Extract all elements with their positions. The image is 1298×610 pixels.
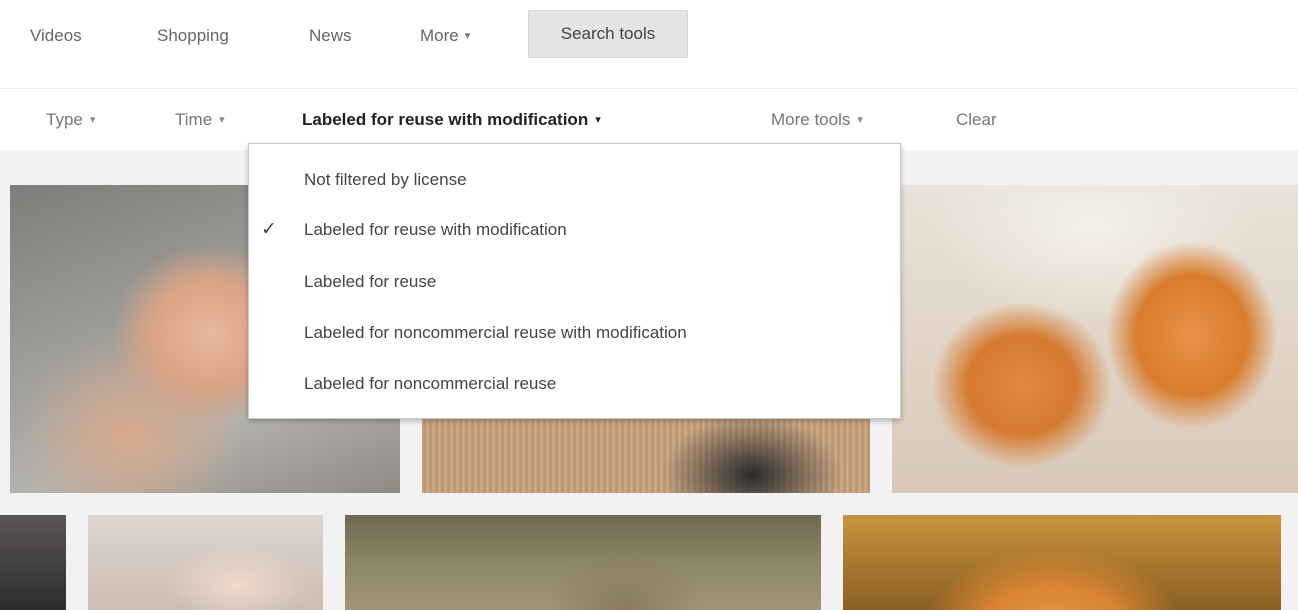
license-filter-label: Labeled for reuse with modification [302, 110, 589, 129]
clear-filters-link[interactable]: Clear [956, 98, 997, 142]
nav-news-label: News [309, 26, 352, 45]
nav-videos[interactable]: Videos [30, 14, 82, 58]
license-option-reuse[interactable]: Labeled for reuse [249, 260, 900, 304]
image-result-orange-kittens[interactable] [892, 185, 1298, 493]
license-option-label: Labeled for noncommercial reuse [304, 374, 557, 393]
license-filter[interactable]: Labeled for reuse with modification ▾ [302, 98, 601, 142]
license-option-noncommercial[interactable]: Labeled for noncommercial reuse [249, 362, 900, 406]
license-dropdown-menu: Not filtered by license ✓ Labeled for re… [248, 143, 901, 419]
license-option-label: Labeled for noncommercial reuse with mod… [304, 323, 687, 342]
chevron-down-icon: ▾ [595, 114, 601, 126]
search-tools-button[interactable]: Search tools [528, 10, 688, 58]
nav-news[interactable]: News [309, 14, 352, 58]
nav-videos-label: Videos [30, 26, 82, 45]
time-filter[interactable]: Time ▾ [175, 98, 225, 142]
time-filter-label: Time [175, 110, 213, 129]
chevron-down-icon: ▾ [464, 30, 471, 42]
nav-shopping-label: Shopping [157, 26, 229, 45]
license-option-noncommercial-modification[interactable]: Labeled for noncommercial reuse with mod… [249, 311, 900, 355]
checkmark-icon: ✓ [261, 219, 277, 240]
chevron-down-icon: ▾ [857, 114, 863, 126]
chevron-down-icon: ▾ [89, 114, 96, 126]
chevron-down-icon: ▾ [219, 114, 225, 126]
type-filter-label: Type [46, 110, 83, 129]
image-result-pale-kitten[interactable] [88, 515, 323, 610]
search-nav-bar: Videos Shopping News More ▾ Search tools [0, 0, 1298, 78]
license-option-label: Not filtered by license [304, 170, 467, 189]
more-tools-filter[interactable]: More tools ▾ [771, 98, 863, 142]
nav-shopping[interactable]: Shopping [157, 14, 229, 58]
license-option-label: Labeled for reuse [304, 272, 437, 291]
license-option-not-filtered[interactable]: Not filtered by license [249, 158, 900, 202]
type-filter[interactable]: Type ▾ [46, 98, 95, 142]
nav-more[interactable]: More ▾ [420, 14, 470, 58]
search-tools-bar: Type ▾ Time ▾ Labeled for reuse with modif… [0, 90, 1298, 150]
image-result-orange-kitten[interactable] [843, 515, 1281, 610]
nav-more-label: More [420, 26, 459, 45]
image-result-kitten-outdoors[interactable] [345, 515, 821, 610]
more-tools-label: More tools [771, 110, 851, 129]
license-option-label: Labeled for reuse with modification [304, 220, 567, 239]
nav-divider [0, 88, 1298, 89]
image-result-dark-thumbnail[interactable] [0, 515, 66, 610]
license-option-reuse-with-modification[interactable]: ✓ Labeled for reuse with modification [249, 208, 900, 252]
